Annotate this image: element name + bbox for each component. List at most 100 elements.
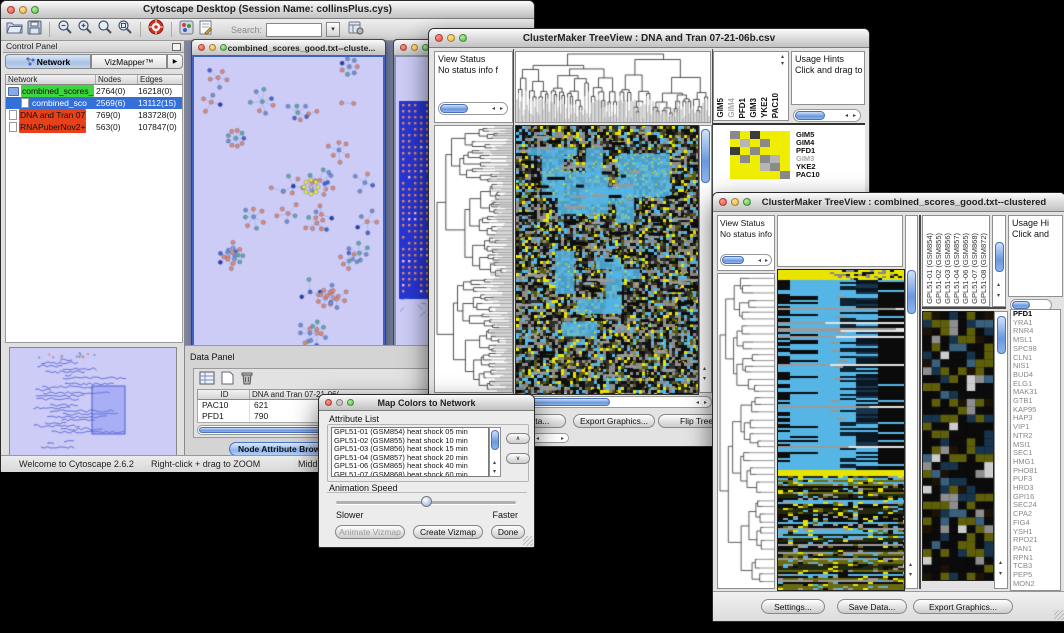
matrix-cell[interactable] [760, 163, 770, 171]
scroll-up-icon[interactable]: ▴ [781, 54, 784, 60]
tv2-heatmap-vscrollbar[interactable]: ▴ ▾ [905, 215, 918, 589]
zoom-button[interactable] [743, 198, 751, 206]
scroll-right-icon[interactable]: ▸ [500, 106, 503, 112]
tv2-row-dendrogram[interactable] [718, 274, 774, 588]
scroll-right-icon[interactable]: ▸ [765, 258, 768, 264]
tv1-row-dendrogram[interactable] [435, 126, 512, 392]
matrix-cell[interactable] [750, 139, 760, 147]
search-input[interactable] [266, 23, 322, 37]
minimize-button[interactable] [209, 44, 216, 51]
close-button[interactable] [198, 44, 205, 51]
network-list-row[interactable]: RNAPuberNov2+563(0)107847(0) [6, 121, 182, 133]
tv2-heatmap[interactable] [777, 269, 905, 591]
close-button[interactable] [435, 34, 443, 42]
network-list-row[interactable]: combined_sco2569(6)13112(15) [6, 97, 182, 109]
move-up-button[interactable]: ∧ [506, 433, 530, 444]
matrix-cell[interactable] [740, 147, 750, 155]
scroll-thumb[interactable] [1012, 301, 1030, 309]
tv2-gene-vscrollbar[interactable]: ▴ ▾ [994, 311, 1008, 589]
vscroll-thumb[interactable] [701, 129, 710, 183]
tv1-heatmap-vscrollbar[interactable]: ▴ ▾ [699, 125, 712, 393]
heatmap-column-label[interactable]: PAC10 [771, 93, 780, 118]
heatmap-column-label[interactable]: GIM3 [749, 98, 758, 118]
matrix-cell[interactable] [740, 131, 750, 139]
tab-vizmapper[interactable]: VizMapper™ [91, 54, 167, 69]
attribute-list-item[interactable]: GPL51-07 (GSM868) heat shock 60 min [332, 471, 488, 477]
matrix-cell[interactable] [740, 155, 750, 163]
tv1-bottom-scrollbar[interactable]: ◂ ▸ [531, 433, 569, 443]
network-list-row[interactable]: DNA and Tran 07769(0)183728(0) [6, 109, 182, 121]
matrix-cell[interactable] [770, 171, 780, 179]
resize-grip[interactable] [523, 536, 533, 546]
scroll-down-icon[interactable]: ▾ [493, 469, 496, 475]
scroll-down-icon[interactable]: ▾ [997, 293, 1000, 299]
attribute-table-icon[interactable] [199, 371, 215, 390]
scroll-left-icon[interactable]: ◂ [758, 258, 761, 264]
minimize-button[interactable] [447, 34, 455, 42]
usage-hints-scrollbar[interactable]: ◂ ▸ [793, 109, 861, 122]
vscroll-thumb[interactable] [997, 316, 1006, 354]
view-status-scrollbar[interactable]: ◂ ▸ [720, 254, 772, 266]
matrix-cell[interactable] [770, 139, 780, 147]
move-down-button[interactable]: ∨ [506, 453, 530, 464]
speed-slider-thumb[interactable] [421, 496, 432, 507]
matrix-cell[interactable] [730, 163, 740, 171]
attribute-list-item[interactable]: GPL51-03 (GSM856) heat shock 15 min [332, 445, 488, 454]
scroll-left-icon[interactable]: ◂ [696, 400, 699, 406]
scroll-up-icon[interactable]: ▴ [909, 562, 912, 568]
vscroll-thumb[interactable] [907, 270, 916, 314]
tv1-heatmap[interactable] [515, 125, 699, 395]
matrix-cell[interactable] [730, 139, 740, 147]
matrix-cell[interactable] [780, 171, 790, 179]
network-list-row[interactable]: combined_scores_2764(0)16218(0) [6, 85, 182, 97]
scroll-right-icon[interactable]: ▸ [704, 400, 707, 406]
close-button[interactable] [400, 44, 407, 51]
matrix-cell[interactable] [780, 131, 790, 139]
delete-attribute-icon[interactable] [240, 371, 253, 390]
float-panel-icon[interactable] [172, 43, 181, 51]
zoom-button[interactable] [347, 399, 354, 406]
matrix-cell[interactable] [750, 131, 760, 139]
done-button[interactable]: Done [491, 525, 525, 539]
close-button[interactable] [325, 399, 332, 406]
new-attribute-icon[interactable] [221, 371, 234, 390]
matrix-cell[interactable] [760, 131, 770, 139]
vscroll-thumb[interactable] [491, 430, 499, 450]
zoom-column-label[interactable]: GPL51-03 (GSM856) [944, 233, 952, 304]
matrix-cell[interactable] [750, 163, 760, 171]
attribute-list-item[interactable]: GPL51-04 (GSM857) heat shock 20 min [332, 454, 488, 463]
matrix-cell[interactable] [760, 171, 770, 179]
zoom-column-label[interactable]: GPL51-07 (GSM868) [971, 233, 979, 304]
open-file-icon[interactable] [6, 20, 23, 40]
minimize-button[interactable] [411, 44, 418, 51]
matrix-cell[interactable] [740, 171, 750, 179]
matrix-cell[interactable] [740, 139, 750, 147]
search-config-icon[interactable] [348, 20, 364, 40]
matrix-cell[interactable] [760, 139, 770, 147]
zoom-column-label[interactable]: GPL51-06 (GSM865) [962, 233, 970, 304]
heatmap-column-label[interactable]: YKE2 [760, 97, 769, 118]
scroll-down-icon[interactable]: ▾ [909, 572, 912, 578]
matrix-cell[interactable] [750, 171, 760, 179]
network-view-titlebar[interactable]: combined_scores_good.txt--cluste... [192, 40, 385, 56]
save-icon[interactable] [27, 20, 42, 40]
animate-vizmap-button[interactable]: Animate Vizmap [335, 525, 405, 539]
view-status-scrollbar[interactable]: ◂ ▸ [438, 102, 508, 115]
matrix-cell[interactable] [770, 147, 780, 155]
matrix-cell[interactable] [770, 155, 780, 163]
scroll-up-icon[interactable]: ▴ [703, 366, 706, 372]
main-titlebar[interactable]: Cytoscape Desktop (Session Name: collins… [1, 1, 534, 19]
matrix-cell[interactable] [770, 163, 780, 171]
zoom-selected-icon[interactable] [117, 19, 133, 40]
network-canvas[interactable] [192, 55, 385, 352]
column-edges[interactable]: Edges [138, 75, 182, 84]
treeview1-titlebar[interactable]: ClusterMaker TreeView : DNA and Tran 07-… [429, 29, 869, 48]
scroll-right-icon[interactable]: ▸ [853, 113, 856, 119]
tv1-heatmap-hscrollbar[interactable]: ◂ ▸ [515, 396, 712, 408]
matrix-cell[interactable] [760, 155, 770, 163]
matrix-cell[interactable] [730, 147, 740, 155]
vizmap-animator-icon[interactable] [179, 20, 194, 40]
matrix-cell[interactable] [740, 163, 750, 171]
matrix-cell[interactable] [780, 163, 790, 171]
zoom-out-icon[interactable] [57, 19, 73, 40]
